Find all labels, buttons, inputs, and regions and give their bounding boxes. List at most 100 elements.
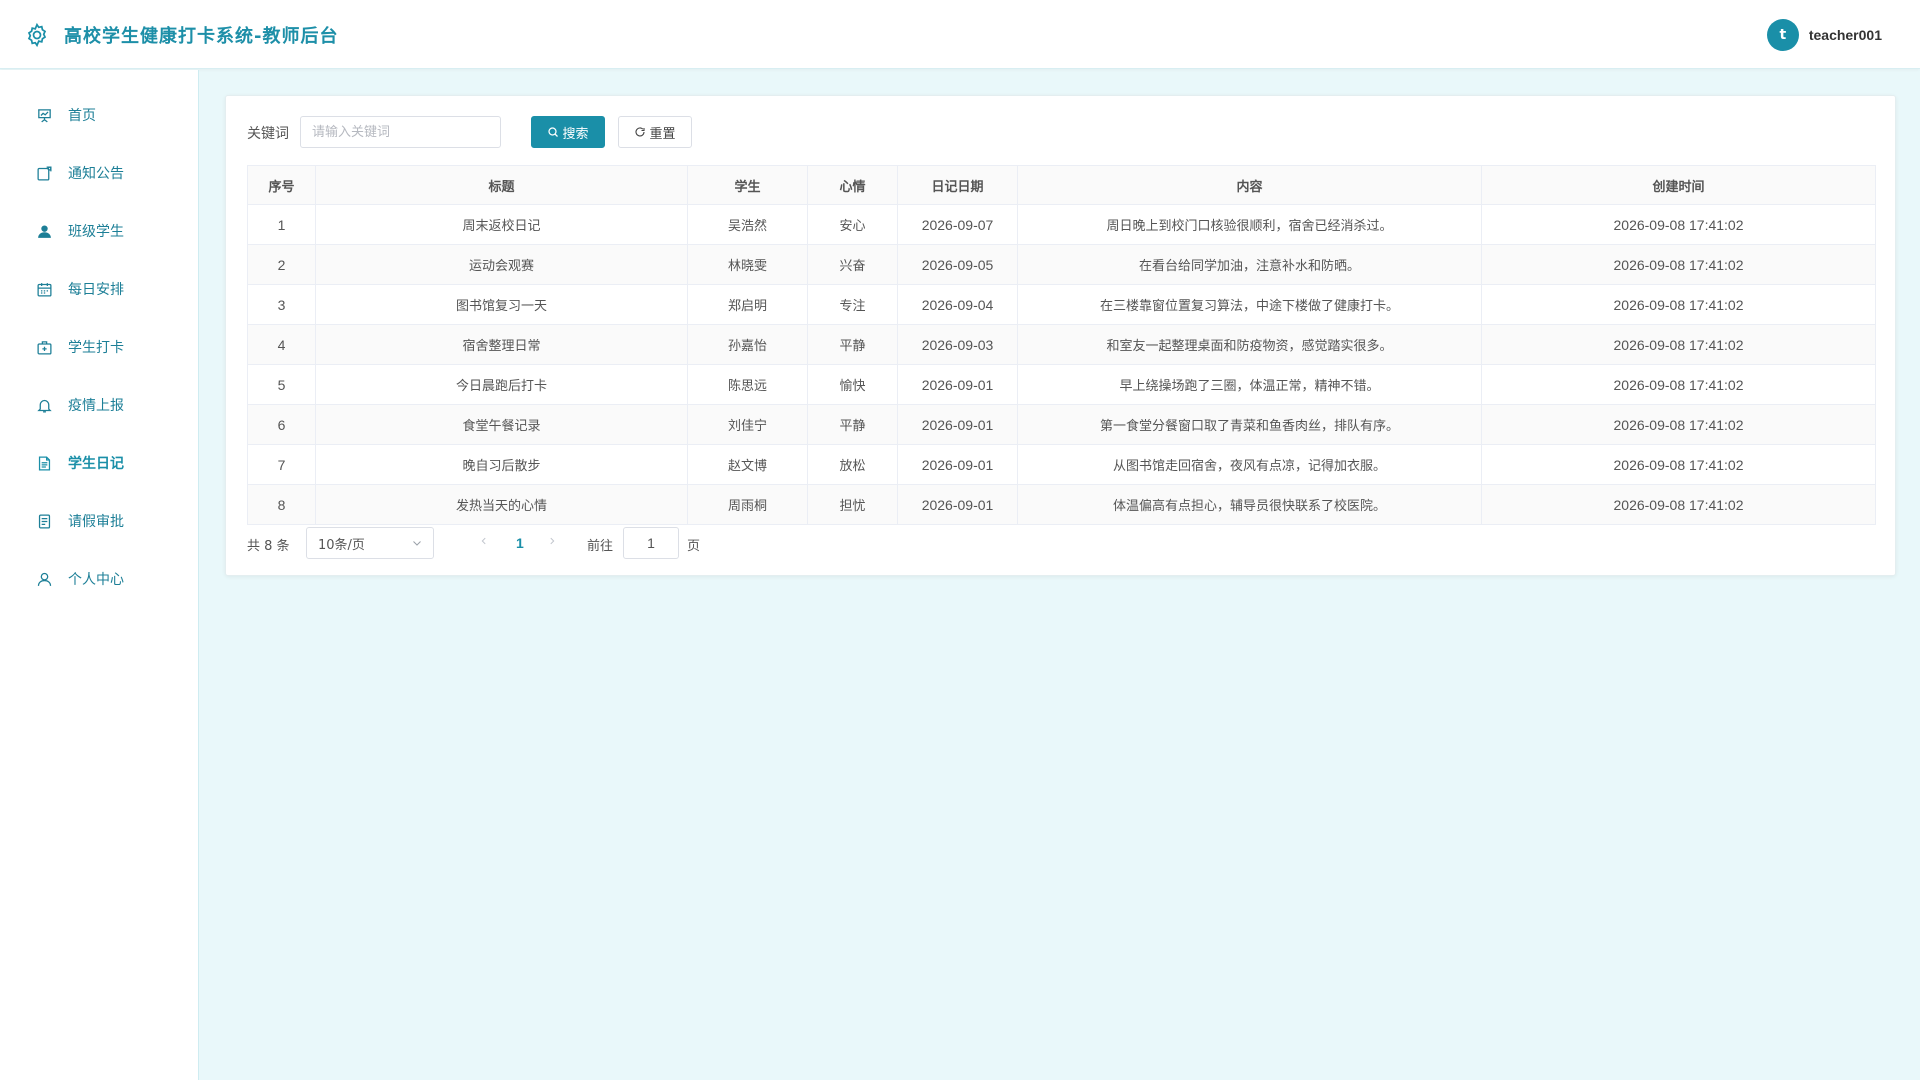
sidebar-item-profile[interactable]: 个人中心 — [0, 550, 198, 608]
column-header: 心情 — [807, 165, 898, 205]
sidebar-item-class-students[interactable]: 班级学生 — [0, 202, 198, 260]
page-number-current[interactable]: 1 — [516, 535, 524, 551]
document-icon — [34, 453, 54, 473]
cell-content: 和室友一起整理桌面和防疫物资，感觉踏实很多。 — [1017, 324, 1482, 365]
cell-student: 陈思远 — [687, 364, 808, 405]
total-count: 共 8 条 — [247, 539, 290, 554]
refresh-icon — [635, 127, 646, 137]
column-header: 学生 — [687, 165, 808, 205]
username[interactable]: teacher001 — [1809, 27, 1882, 43]
cell-title: 图书馆复习一天 — [315, 284, 688, 325]
cell-mood: 愉快 — [807, 364, 898, 405]
search-button[interactable]: 搜索 — [531, 116, 605, 148]
avatar[interactable]: t — [1766, 19, 1799, 51]
first-aid-icon — [34, 337, 54, 357]
cell-index: 6 — [247, 404, 316, 445]
app-title: 高校学生健康打卡系统-教师后台 — [64, 26, 339, 47]
cell-date: 2026-09-07 — [897, 204, 1018, 245]
cell-created: 2026-09-08 17:41:02 — [1481, 444, 1876, 485]
keyword-input[interactable] — [300, 116, 501, 148]
sidebar-item-epidemic-report[interactable]: 疫情上报 — [0, 376, 198, 434]
cell-content: 在看台给同学加油，注意补水和防晒。 — [1017, 244, 1482, 285]
sidebar-item-label: 疫情上报 — [68, 398, 124, 414]
sidebar-item-label: 请假审批 — [68, 514, 124, 530]
sidebar-item-label: 每日安排 — [68, 282, 124, 298]
table-row[interactable]: 1 周末返校日记 吴浩然 安心 2026-09-07 周日晚上到校门口核验很顺利… — [247, 204, 1876, 245]
cell-mood: 平静 — [807, 404, 898, 445]
column-header: 创建时间 — [1481, 165, 1876, 205]
cell-mood: 放松 — [807, 444, 898, 485]
cell-mood: 兴奋 — [807, 244, 898, 285]
pagination: 共 8 条 10条/页 1 前往 页 — [247, 527, 847, 559]
cell-content: 体温偏高有点担心，辅导员很快联系了校医院。 — [1017, 484, 1482, 525]
keyword-label: 关键词 — [247, 126, 289, 142]
cell-content: 在三楼靠窗位置复习算法，中途下楼做了健康打卡。 — [1017, 284, 1482, 325]
page-size-select[interactable]: 10条/页 — [306, 527, 434, 559]
sidebar-item-home[interactable]: 首页 — [0, 86, 198, 144]
search-button-label: 搜索 — [562, 126, 589, 142]
cell-title: 食堂午餐记录 — [315, 404, 688, 445]
column-header: 内容 — [1017, 165, 1482, 205]
table-row[interactable]: 6 食堂午餐记录 刘佳宁 平静 2026-09-01 第一食堂分餐窗口取了青菜和… — [247, 404, 1876, 445]
cell-title: 今日晨跑后打卡 — [315, 364, 688, 405]
cell-student: 郑启明 — [687, 284, 808, 325]
diary-list-card: 关键词 搜索 重置 序号 标题 学生 心情 日记日期 内容 创建时间 1 — [225, 95, 1896, 576]
column-header: 日记日期 — [897, 165, 1018, 205]
sidebar-item-checkin[interactable]: 学生打卡 — [0, 318, 198, 376]
chevron-right-icon — [550, 537, 555, 545]
sidebar-item-daily-schedule[interactable]: 每日安排 — [0, 260, 198, 318]
cell-student: 周雨桐 — [687, 484, 808, 525]
cell-title: 发热当天的心情 — [315, 484, 688, 525]
reset-button-label: 重置 — [649, 126, 676, 142]
table-row[interactable]: 2 运动会观赛 林晓雯 兴奋 2026-09-05 在看台给同学加油，注意补水和… — [247, 244, 1876, 285]
reset-button[interactable]: 重置 — [618, 116, 692, 148]
chevron-down-icon — [413, 541, 421, 546]
gear-icon — [24, 22, 50, 48]
sidebar-item-label: 首页 — [68, 108, 96, 124]
cell-date: 2026-09-01 — [897, 444, 1018, 485]
cell-title: 周末返校日记 — [315, 204, 688, 245]
sidebar-item-label: 个人中心 — [68, 572, 124, 588]
user-menu[interactable]: t teacher001 — [1766, 19, 1882, 51]
cell-student: 吴浩然 — [687, 204, 808, 245]
notice-icon — [34, 163, 54, 183]
cell-created: 2026-09-08 17:41:02 — [1481, 364, 1876, 405]
cell-created: 2026-09-08 17:41:02 — [1481, 324, 1876, 365]
cell-date: 2026-09-03 — [897, 324, 1018, 365]
goto-page-input[interactable] — [623, 527, 679, 559]
cell-index: 5 — [247, 364, 316, 405]
page-unit-label: 页 — [687, 539, 701, 554]
cell-date: 2026-09-01 — [897, 484, 1018, 525]
cell-index: 4 — [247, 324, 316, 365]
cell-index: 1 — [247, 204, 316, 245]
table-row[interactable]: 5 今日晨跑后打卡 陈思远 愉快 2026-09-01 早上绕操场跑了三圈，体温… — [247, 364, 1876, 405]
column-header: 标题 — [315, 165, 688, 205]
table-row[interactable]: 7 晚自习后散步 赵文博 放松 2026-09-01 从图书馆走回宿舍，夜风有点… — [247, 444, 1876, 485]
cell-content: 第一食堂分餐窗口取了青菜和鱼香肉丝，排队有序。 — [1017, 404, 1482, 445]
top-header: 高校学生健康打卡系统-教师后台 t teacher001 — [0, 0, 1920, 69]
chevron-left-icon — [481, 537, 486, 545]
next-page-button[interactable] — [547, 535, 557, 551]
table-header-row: 序号 标题 学生 心情 日记日期 内容 创建时间 — [247, 165, 1876, 205]
cell-created: 2026-09-08 17:41:02 — [1481, 404, 1876, 445]
diary-table: 序号 标题 学生 心情 日记日期 内容 创建时间 1 周末返校日记 吴浩然 安心… — [247, 165, 1876, 525]
table-row[interactable]: 8 发热当天的心情 周雨桐 担忧 2026-09-01 体温偏高有点担心，辅导员… — [247, 484, 1876, 525]
table-row[interactable]: 4 宿舍整理日常 孙嘉怡 平静 2026-09-03 和室友一起整理桌面和防疫物… — [247, 324, 1876, 365]
page-size-value: 10条/页 — [318, 537, 365, 553]
cell-index: 7 — [247, 444, 316, 485]
cell-created: 2026-09-08 17:41:02 — [1481, 244, 1876, 285]
sidebar-item-student-diary[interactable]: 学生日记 — [0, 434, 198, 492]
sidebar-item-leave-approval[interactable]: 请假审批 — [0, 492, 198, 550]
sidebar-item-label: 班级学生 — [68, 224, 124, 240]
prev-page-button[interactable] — [479, 535, 489, 551]
cell-index: 2 — [247, 244, 316, 285]
table-row[interactable]: 3 图书馆复习一天 郑启明 专注 2026-09-04 在三楼靠窗位置复习算法，… — [247, 284, 1876, 325]
cell-mood: 专注 — [807, 284, 898, 325]
cell-content: 从图书馆走回宿舍，夜风有点凉，记得加衣服。 — [1017, 444, 1482, 485]
cell-student: 刘佳宁 — [687, 404, 808, 445]
user-icon — [34, 569, 54, 589]
goto-label: 前往 — [587, 539, 614, 554]
sidebar-item-notice[interactable]: 通知公告 — [0, 144, 198, 202]
bell-icon — [34, 395, 54, 415]
cell-content: 周日晚上到校门口核验很顺利，宿舍已经消杀过。 — [1017, 204, 1482, 245]
